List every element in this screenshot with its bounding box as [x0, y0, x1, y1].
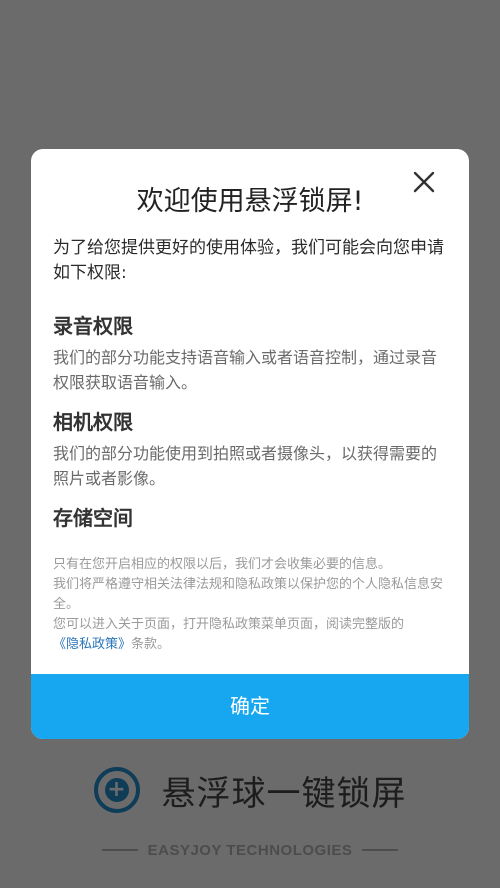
company-footer: EASYJOY TECHNOLOGIES: [0, 840, 500, 860]
permission-title-storage: 存储空间: [53, 506, 133, 530]
logo-glyph: +: [104, 778, 129, 802]
notice-line-3: 您可以进入关于页面，打开隐私政策菜单页面，阅读完整版的: [53, 617, 405, 632]
privacy-policy-link[interactable]: 《隐私政策》: [53, 637, 131, 652]
divider-right: [362, 849, 399, 851]
notice-line-1: 只有在您开启相应的权限以后，我们才会收集必要的信息。: [53, 557, 392, 572]
app-name: 悬浮球一键锁屏: [161, 773, 407, 814]
dialog-title: 欢迎使用悬浮锁屏!: [136, 186, 364, 217]
company-name: EASYJOY TECHNOLOGIES: [147, 841, 353, 859]
close-icon: [413, 171, 435, 193]
divider-left: [101, 849, 138, 851]
notice-line-2: 我们将严格遵守相关法律法规和隐私政策以保护您的个人隐私信息安全。: [53, 577, 444, 612]
permission-desc-camera: 我们的部分功能使用到拍照或者摄像头，以获得需要的照片或者影像。: [53, 444, 438, 488]
plus-circle-icon: +: [93, 767, 140, 813]
privacy-notice: 只有在您开启相应的权限以后，我们才会收集必要的信息。 我们将严格遵守相关法律法规…: [53, 555, 453, 655]
permission-title-audio: 录音权限: [53, 314, 133, 338]
close-button[interactable]: [408, 166, 440, 198]
notice-line-4-end: 条款。: [131, 637, 171, 652]
intro-text: 为了给您提供更好的使用体验，我们可能会向您申请如下权限:: [53, 238, 444, 283]
permission-desc-audio: 我们的部分功能支持语音输入或者语音控制，通过录音权限获取语音输入。: [53, 348, 438, 392]
confirm-button[interactable]: 确定: [31, 674, 469, 739]
notice-line-4: 《隐私政策》条款。: [53, 635, 453, 655]
app-brand: + 悬浮球一键锁屏: [0, 762, 500, 818]
permission-title-camera: 相机权限: [53, 410, 133, 434]
